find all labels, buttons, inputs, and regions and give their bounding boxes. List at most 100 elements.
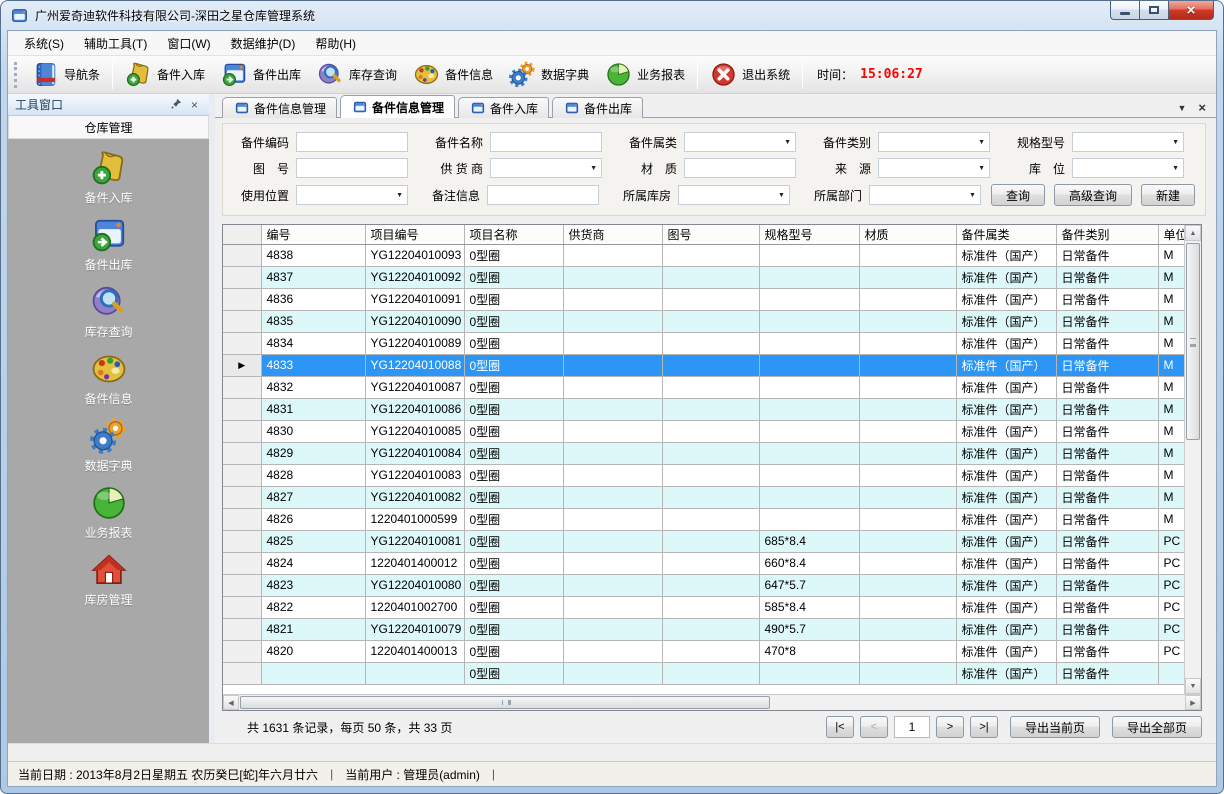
cell[interactable]: 标准件（国产） — [956, 244, 1056, 266]
part-category-select[interactable]: ▼ — [684, 132, 796, 152]
first-page-button[interactable]: |< — [826, 716, 854, 738]
cell[interactable]: 4824 — [261, 552, 365, 574]
toolbar-data-dictionary-button[interactable]: 数据字典 — [501, 59, 597, 90]
last-page-button[interactable]: >| — [970, 716, 998, 738]
cell[interactable]: 585*8.4 — [759, 596, 859, 618]
table-row[interactable]: 4838YG122040100930型圈标准件（国产）日常备件M — [223, 244, 1184, 266]
minimize-button[interactable] — [1110, 1, 1139, 20]
cell[interactable]: 标准件（国产） — [956, 310, 1056, 332]
cell[interactable]: 日常备件 — [1056, 376, 1158, 398]
table-row[interactable]: 4821YG122040100790型圈490*5.7标准件（国产）日常备件PC — [223, 618, 1184, 640]
toolbar-grip[interactable] — [14, 62, 18, 88]
cell[interactable]: 1220401400012 — [365, 552, 464, 574]
table-row[interactable]: 4830YG122040100850型圈标准件（国产）日常备件M — [223, 420, 1184, 442]
cell[interactable]: YG12204010089 — [365, 332, 464, 354]
row-selector[interactable] — [223, 244, 261, 266]
cell[interactable] — [563, 640, 662, 662]
cell[interactable] — [859, 420, 956, 442]
cell[interactable] — [759, 288, 859, 310]
cell[interactable]: 0型圈 — [464, 376, 563, 398]
sidebar-item-data-dictionary[interactable]: 数据字典 — [8, 417, 209, 484]
cell[interactable]: 标准件（国产） — [956, 420, 1056, 442]
table-row[interactable]: 4836YG122040100910型圈标准件（国产）日常备件M — [223, 288, 1184, 310]
row-selector[interactable] — [223, 332, 261, 354]
toolbar-parts-outbound-button[interactable]: 备件出库 — [213, 59, 309, 90]
row-selector[interactable] — [223, 464, 261, 486]
cell[interactable]: M — [1158, 266, 1184, 288]
cell[interactable]: 4831 — [261, 398, 365, 420]
cell[interactable]: M — [1158, 354, 1184, 376]
cell[interactable]: 标准件（国产） — [956, 288, 1056, 310]
cell[interactable] — [662, 464, 759, 486]
cell[interactable]: 4825 — [261, 530, 365, 552]
cell[interactable]: 4833 — [261, 354, 365, 376]
table-row[interactable]: 4828YG122040100830型圈标准件（国产）日常备件M — [223, 464, 1184, 486]
column-header[interactable]: 备件类别 — [1056, 225, 1158, 244]
table-row-partial[interactable]: 0型圈标准件（国产）日常备件 — [223, 662, 1184, 684]
query-button[interactable]: 查询 — [991, 184, 1045, 206]
cell[interactable]: 4832 — [261, 376, 365, 398]
cell[interactable] — [563, 618, 662, 640]
cell[interactable] — [662, 508, 759, 530]
cell[interactable]: YG12204010081 — [365, 530, 464, 552]
part-type-select[interactable]: ▼ — [878, 132, 990, 152]
tab-parts-inbound[interactable]: 备件入库 — [458, 97, 549, 118]
prev-page-button[interactable]: < — [860, 716, 888, 738]
cell[interactable] — [759, 662, 859, 684]
cell[interactable] — [1158, 662, 1184, 684]
cell[interactable] — [859, 530, 956, 552]
cell[interactable] — [759, 464, 859, 486]
cell[interactable] — [563, 288, 662, 310]
cell[interactable] — [662, 596, 759, 618]
menu-data-maintenance[interactable]: 数据维护(D) — [221, 31, 306, 56]
cell[interactable]: YG12204010086 — [365, 398, 464, 420]
cell[interactable]: 0型圈 — [464, 420, 563, 442]
cell[interactable]: 标准件（国产） — [956, 662, 1056, 684]
row-selector[interactable] — [223, 552, 261, 574]
cell[interactable]: 4821 — [261, 618, 365, 640]
cell[interactable]: 4837 — [261, 266, 365, 288]
cell[interactable]: 标准件（国产） — [956, 486, 1056, 508]
cell[interactable]: YG12204010083 — [365, 464, 464, 486]
toolbar-business-report-button[interactable]: 业务报表 — [597, 59, 693, 90]
cell[interactable] — [563, 486, 662, 508]
material-input[interactable] — [684, 158, 796, 178]
cell[interactable]: PC — [1158, 530, 1184, 552]
cell[interactable] — [859, 552, 956, 574]
vertical-scrollbar[interactable]: ▲ ▼ — [1184, 225, 1201, 694]
cell[interactable] — [859, 398, 956, 420]
part-code-input[interactable] — [296, 132, 408, 152]
cell[interactable]: 4820 — [261, 640, 365, 662]
warehouse-select[interactable]: ▼ — [678, 185, 790, 205]
toolbar-stock-query-button[interactable]: 库存查询 — [309, 59, 405, 90]
cell[interactable]: 0型圈 — [464, 354, 563, 376]
cell[interactable] — [759, 508, 859, 530]
cell[interactable] — [662, 530, 759, 552]
scroll-right-icon[interactable]: ▶ — [1185, 695, 1201, 710]
cell[interactable]: 日常备件 — [1056, 244, 1158, 266]
cell[interactable] — [859, 354, 956, 376]
cell[interactable]: PC — [1158, 618, 1184, 640]
cell[interactable]: YG12204010088 — [365, 354, 464, 376]
cell[interactable]: M — [1158, 310, 1184, 332]
source-select[interactable]: ▼ — [878, 158, 990, 178]
table-row[interactable]: 482412204014000120型圈660*8.4标准件（国产）日常备件PC — [223, 552, 1184, 574]
cell[interactable]: 660*8.4 — [759, 552, 859, 574]
remark-input[interactable] — [487, 185, 599, 205]
cell[interactable]: 日常备件 — [1056, 288, 1158, 310]
cell[interactable]: 标准件（国产） — [956, 640, 1056, 662]
spec-model-select[interactable]: ▼ — [1072, 132, 1184, 152]
part-name-input[interactable] — [490, 132, 602, 152]
toolbar-exit-button[interactable]: 退出系统 — [702, 59, 798, 90]
table-row[interactable]: 4835YG122040100900型圈标准件（国产）日常备件M — [223, 310, 1184, 332]
cell[interactable]: PC — [1158, 596, 1184, 618]
cell[interactable] — [662, 640, 759, 662]
cell[interactable] — [563, 596, 662, 618]
cell[interactable] — [662, 486, 759, 508]
column-header[interactable]: 项目名称 — [464, 225, 563, 244]
cell[interactable] — [563, 332, 662, 354]
page-input[interactable] — [894, 716, 930, 738]
cell[interactable]: 0型圈 — [464, 530, 563, 552]
cell[interactable]: 470*8 — [759, 640, 859, 662]
cell[interactable] — [859, 508, 956, 530]
